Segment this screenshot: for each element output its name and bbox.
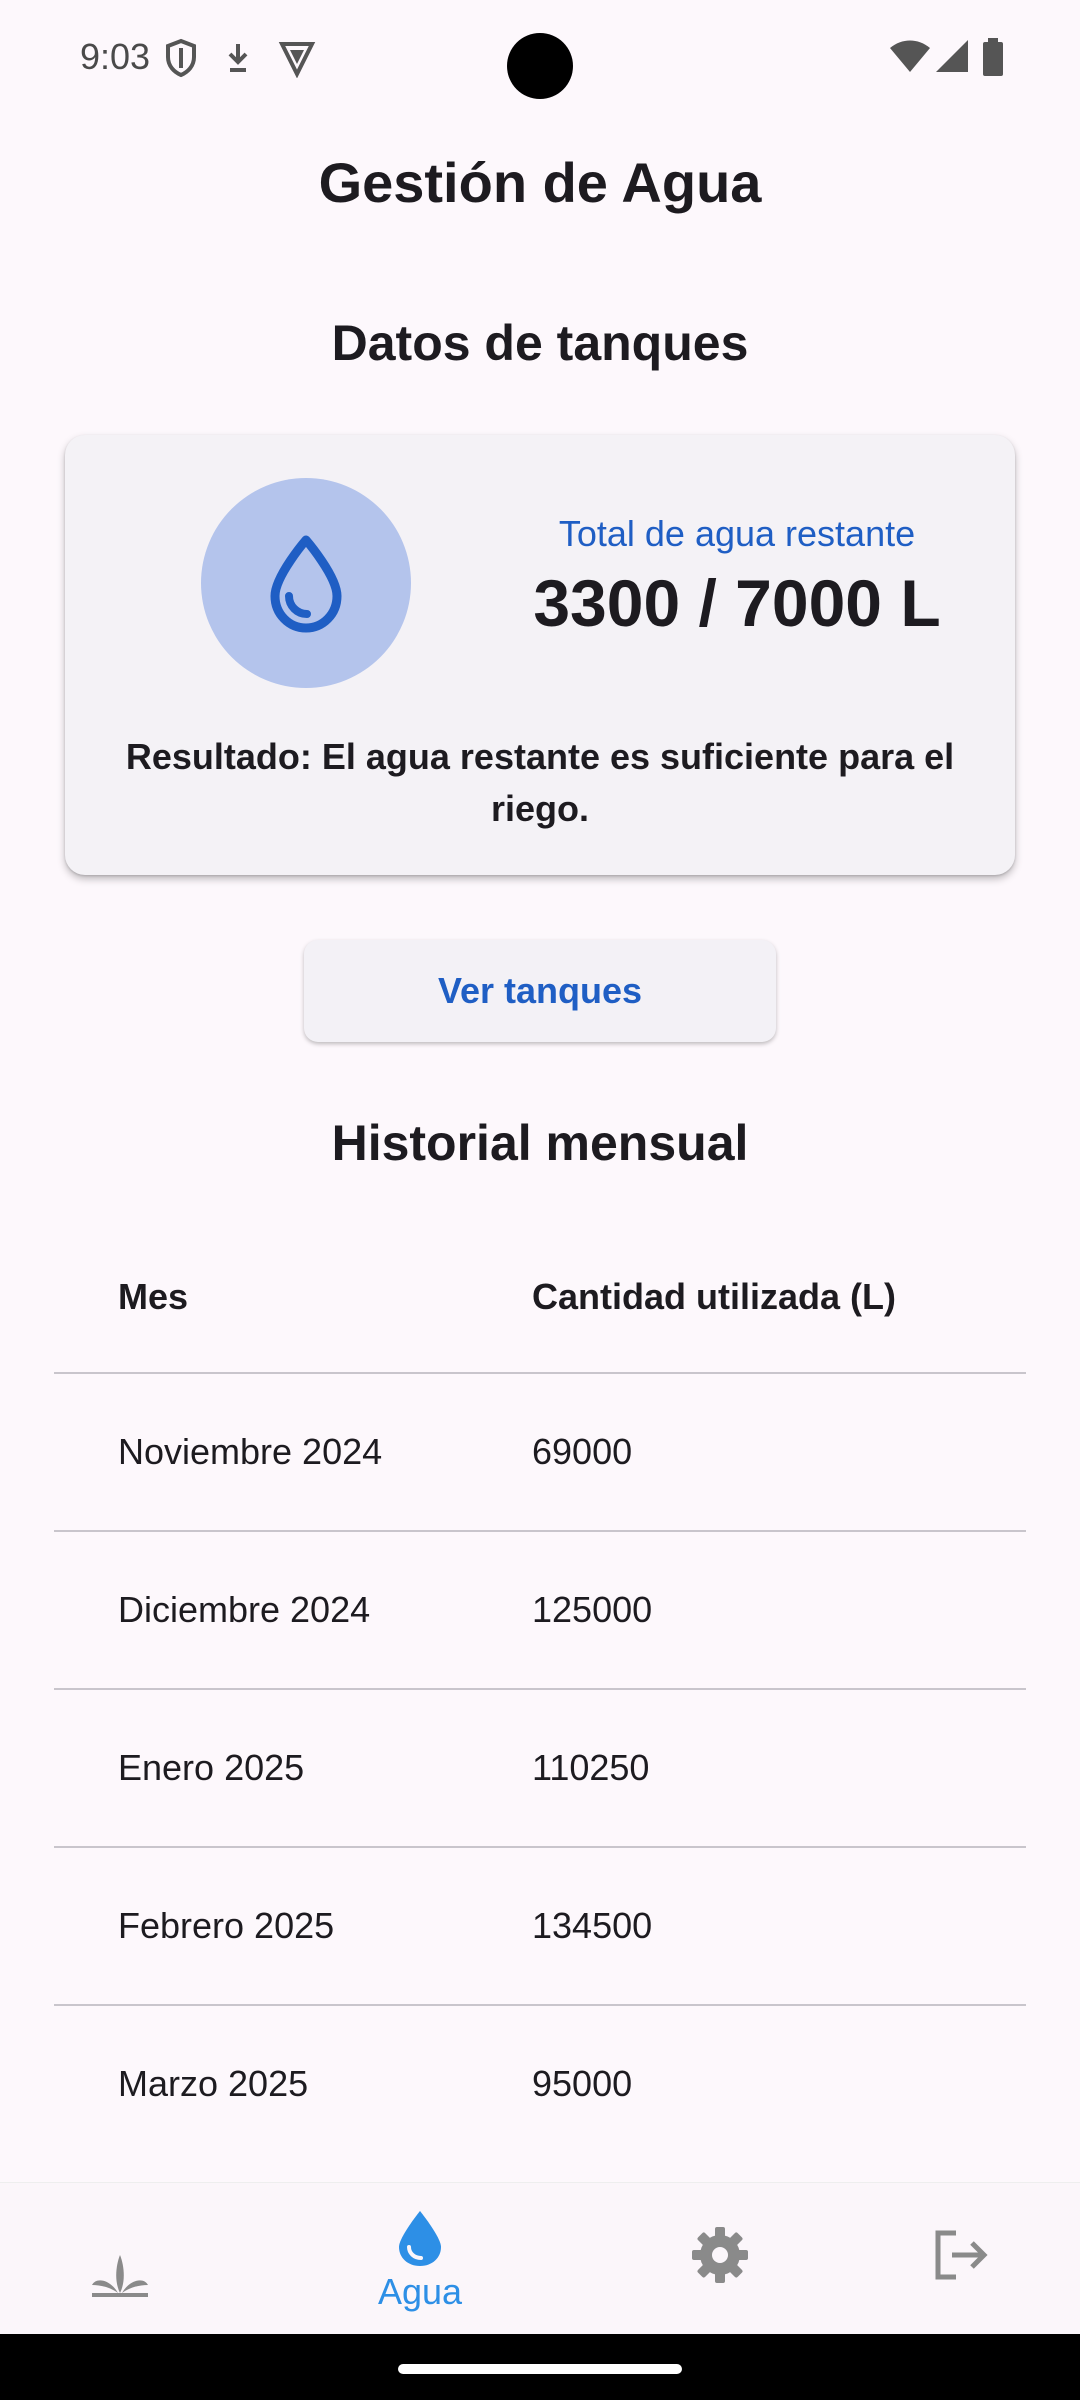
logout-icon xyxy=(935,2230,988,2280)
status-time: 9:03 xyxy=(80,36,151,77)
water-drop-icon xyxy=(399,2211,441,2266)
water-drop-badge xyxy=(201,478,411,688)
amount-cell: 110250 xyxy=(532,1747,650,1788)
amount-cell: 134500 xyxy=(532,1905,653,1946)
nav-label-water: Agua xyxy=(377,2271,463,2312)
water-drop-icon xyxy=(270,535,342,633)
gear-icon xyxy=(692,2227,748,2283)
table-row: Enero 2025 110250 xyxy=(54,1690,1026,1848)
camera-cutout xyxy=(507,33,573,99)
amount-cell: 125000 xyxy=(532,1589,653,1630)
history-table: Mes Cantidad utilizada (L) Noviembre 202… xyxy=(54,1222,1026,2162)
shield-icon xyxy=(166,38,196,78)
view-tanks-button[interactable]: Ver tanques xyxy=(304,940,776,1042)
month-cell: Febrero 2025 xyxy=(118,1905,335,1946)
gesture-handle[interactable] xyxy=(398,2364,682,2374)
remaining-water-value: 3300 / 7000 L xyxy=(533,566,941,640)
nav-item-logout[interactable] xyxy=(900,2183,1020,2335)
system-navigation-bar xyxy=(0,2334,1080,2400)
vpn-icon xyxy=(278,42,316,78)
month-cell: Marzo 2025 xyxy=(118,2063,309,2104)
table-row: Noviembre 2024 69000 xyxy=(54,1374,1026,1532)
history-section-title: Historial mensual xyxy=(331,1115,749,1171)
month-cell: Diciembre 2024 xyxy=(118,1589,371,1630)
download-icon xyxy=(228,44,248,72)
page-title: Gestión de Agua xyxy=(318,151,762,214)
battery-icon xyxy=(983,38,1003,76)
status-bar: 9:03 xyxy=(0,0,1080,120)
water-summary-card: Total de agua restante 3300 / 7000 L Res… xyxy=(65,435,1015,875)
table-row: Diciembre 2024 125000 xyxy=(54,1532,1026,1690)
signal-icon xyxy=(936,40,968,72)
table-row: Marzo 2025 95000 xyxy=(54,2006,1026,2162)
plant-icon xyxy=(92,2255,148,2297)
nav-item-settings[interactable] xyxy=(660,2183,780,2335)
nav-item-plants[interactable] xyxy=(60,2183,180,2335)
month-cell: Noviembre 2024 xyxy=(118,1431,383,1472)
tanks-section-title: Datos de tanques xyxy=(331,315,749,371)
amount-cell: 95000 xyxy=(532,2063,633,2104)
remaining-water-label: Total de agua restante xyxy=(558,513,916,554)
wifi-icon xyxy=(890,40,930,72)
month-cell: Enero 2025 xyxy=(118,1747,305,1788)
table-row: Febrero 2025 134500 xyxy=(54,1848,1026,2006)
amount-cell: 69000 xyxy=(532,1431,633,1472)
column-header-month: Mes xyxy=(118,1276,189,1317)
table-header: Mes Cantidad utilizada (L) xyxy=(54,1222,1026,1374)
column-header-amount: Cantidad utilizada (L) xyxy=(532,1276,896,1317)
bottom-navigation: Agua xyxy=(0,2182,1080,2335)
nav-item-water[interactable]: Agua xyxy=(340,2183,500,2335)
result-text: Resultado: El agua restante es suficient… xyxy=(125,736,955,829)
